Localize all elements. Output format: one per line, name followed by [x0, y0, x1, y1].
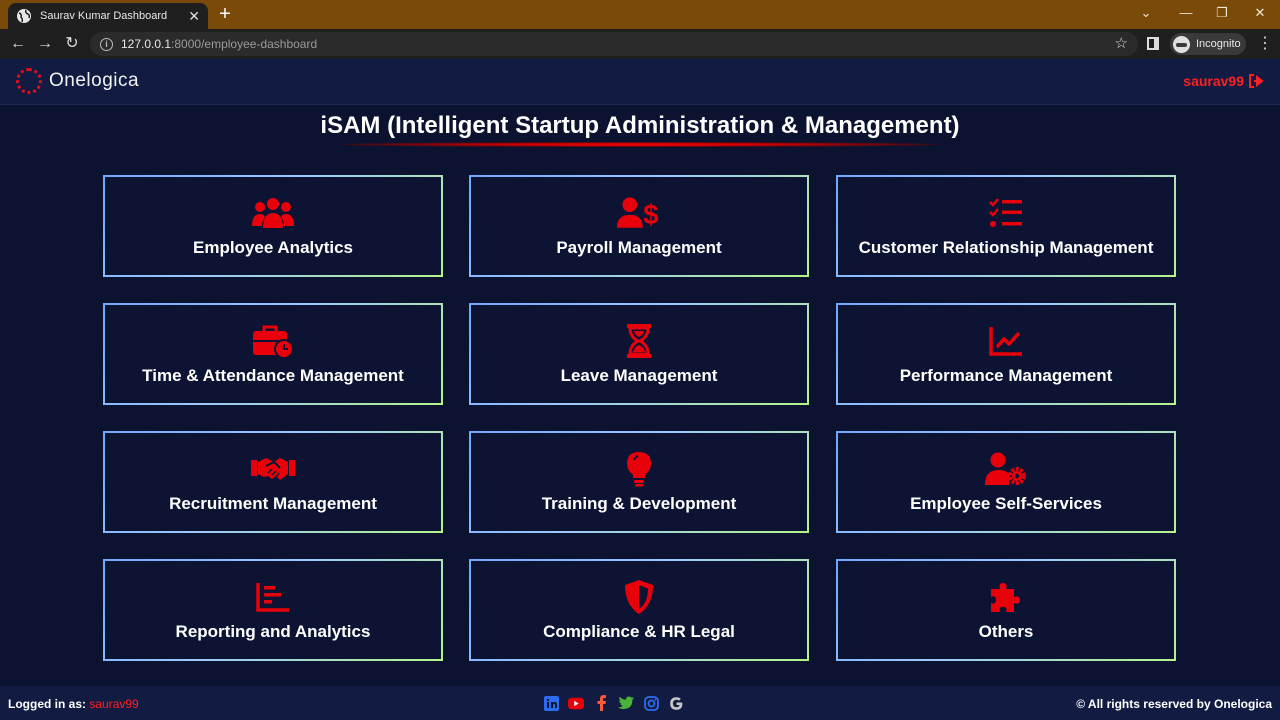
- hourglass-icon: [627, 324, 651, 358]
- twitter-icon[interactable]: [618, 695, 634, 711]
- card-label: Employee Analytics: [193, 238, 353, 257]
- minimize-button[interactable]: —: [1166, 0, 1206, 29]
- card-label: Others: [978, 622, 1034, 641]
- card-compliance-hr-legal[interactable]: Compliance & HR Legal: [469, 559, 809, 661]
- url-host: 127.0.0.1: [121, 37, 172, 51]
- card-payroll-management[interactable]: $ Payroll Management: [469, 175, 809, 277]
- reload-icon[interactable]: ↻: [62, 34, 82, 54]
- app-header: Onelogica saurav99: [0, 59, 1280, 105]
- incognito-label: Incognito: [1196, 38, 1241, 50]
- card-label: Training & Development: [541, 494, 737, 513]
- puzzle-icon: [991, 583, 1020, 612]
- header-username: saurav99: [1183, 73, 1244, 89]
- footer: Logged in as: saurav99 © All rights rese…: [0, 686, 1280, 720]
- logo-text: Onelogica: [49, 70, 140, 91]
- browser-tab[interactable]: Saurav Kumar Dashboard ✕: [8, 3, 208, 29]
- user-dollar-icon: $: [616, 197, 659, 230]
- instagram-icon[interactable]: [643, 695, 659, 711]
- card-label: Leave Management: [560, 366, 718, 385]
- url-bar[interactable]: i 127.0.0.1:8000/employee-dashboard ☆: [90, 32, 1138, 56]
- url-path: :8000/employee-dashboard: [171, 37, 318, 51]
- logout-icon: [1249, 74, 1264, 88]
- card-label: Compliance & HR Legal: [543, 622, 735, 641]
- card-label: Customer Relationship Management: [858, 238, 1154, 257]
- user-gear-icon: [985, 452, 1026, 485]
- svg-text:$: $: [643, 199, 658, 230]
- lightbulb-icon: [627, 452, 651, 487]
- logged-in-label: Logged in as:: [8, 697, 86, 711]
- google-icon[interactable]: [668, 695, 684, 711]
- bar-chart-icon: [256, 583, 289, 612]
- card-employee-analytics[interactable]: Employee Analytics: [103, 175, 443, 277]
- card-label: Employee Self-Services: [910, 494, 1102, 513]
- handshake-icon: [251, 458, 295, 480]
- logged-in-status: Logged in as: saurav99: [8, 697, 139, 711]
- page-title: iSAM (Intelligent Startup Administration…: [320, 112, 960, 139]
- card-label: Time & Attendance Management: [142, 366, 404, 385]
- close-window-button[interactable]: ✕: [1240, 0, 1280, 29]
- globe-icon: [17, 9, 31, 23]
- linkedin-icon[interactable]: [543, 695, 559, 711]
- card-label: Payroll Management: [556, 238, 722, 257]
- maximize-button[interactable]: ❐: [1202, 0, 1242, 29]
- incognito-badge[interactable]: Incognito: [1170, 33, 1246, 55]
- card-training-development[interactable]: Training & Development: [469, 431, 809, 533]
- bookmark-star-icon[interactable]: ☆: [1115, 34, 1128, 52]
- briefcase-clock-icon: [253, 325, 294, 359]
- close-tab-icon[interactable]: ✕: [188, 8, 200, 25]
- footer-username: saurav99: [89, 697, 139, 711]
- back-icon[interactable]: ←: [8, 34, 28, 54]
- card-time-attendance-management[interactable]: Time & Attendance Management: [103, 303, 443, 405]
- shield-icon: [625, 580, 653, 614]
- browser-tab-strip: Saurav Kumar Dashboard ✕ + ⌄ — ❐ ✕: [0, 0, 1280, 29]
- incognito-icon: [1173, 35, 1190, 53]
- users-icon: [252, 198, 294, 228]
- card-employee-self-services[interactable]: Employee Self-Services: [836, 431, 1176, 533]
- card-label: Performance Management: [899, 366, 1113, 385]
- site-info-icon[interactable]: i: [100, 37, 113, 51]
- card-leave-management[interactable]: Leave Management: [469, 303, 809, 405]
- new-tab-button[interactable]: +: [214, 4, 236, 26]
- line-chart-icon: [989, 327, 1022, 356]
- browser-menu-icon[interactable]: ⋮: [1257, 34, 1273, 54]
- social-links: [543, 695, 693, 711]
- card-performance-management[interactable]: Performance Management: [836, 303, 1176, 405]
- card-customer-relationship-management[interactable]: Customer Relationship Management: [836, 175, 1176, 277]
- title-underline: [340, 142, 940, 147]
- card-label: Recruitment Management: [169, 494, 377, 513]
- card-reporting-analytics[interactable]: Reporting and Analytics: [103, 559, 443, 661]
- logo-icon: [16, 68, 42, 94]
- address-bar-row: ← → ↻ i 127.0.0.1:8000/employee-dashboar…: [0, 29, 1280, 59]
- card-others[interactable]: Others: [836, 559, 1176, 661]
- tab-search-icon[interactable]: ⌄: [1126, 0, 1166, 29]
- copyright-text: © All rights reserved by Onelogica: [1076, 697, 1272, 711]
- facebook-icon[interactable]: [593, 695, 609, 711]
- side-panel-icon[interactable]: [1147, 37, 1159, 50]
- card-recruitment-management[interactable]: Recruitment Management: [103, 431, 443, 533]
- card-label: Reporting and Analytics: [175, 622, 371, 641]
- forward-icon[interactable]: →: [35, 34, 55, 54]
- youtube-icon[interactable]: [568, 695, 584, 711]
- logout-link[interactable]: saurav99: [1183, 73, 1264, 89]
- logo[interactable]: Onelogica: [16, 68, 139, 94]
- tab-title: Saurav Kumar Dashboard: [40, 10, 168, 22]
- checklist-icon: [989, 198, 1022, 227]
